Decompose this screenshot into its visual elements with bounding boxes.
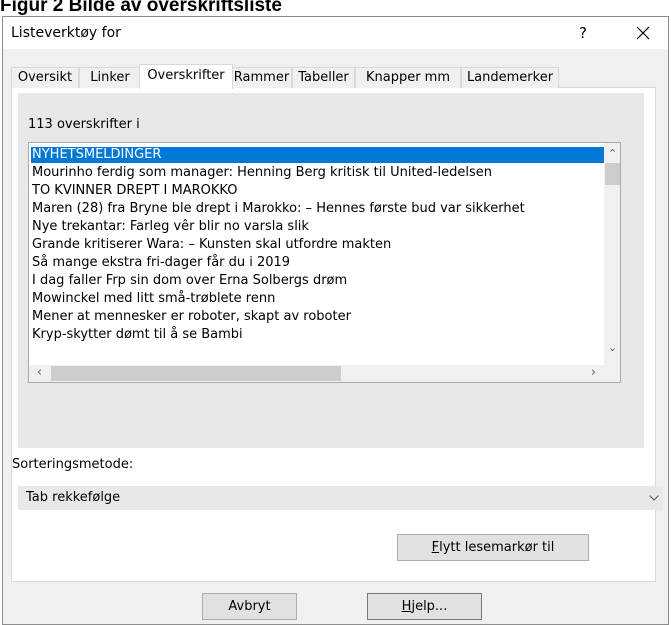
heading-list-item[interactable]: TO KVINNER DREPT I MAROKKO (31, 183, 240, 199)
tab-linker[interactable]: Linker (79, 67, 141, 88)
headings-listbox[interactable]: NYHETSMELDINGER Mourinho ferdig som manag… (28, 142, 621, 383)
scroll-up-arrow-icon[interactable]: ⌃ (604, 145, 620, 162)
help-button[interactable]: Hjelp... (367, 593, 482, 620)
help-question-button[interactable]: ? (571, 17, 595, 49)
dialog-title: Listeverktøy for (11, 25, 121, 41)
heading-list-item[interactable]: Maren (28) fra Bryne ble drept i Marokko… (31, 201, 528, 217)
help-button-mnemonic: H (401, 599, 412, 614)
heading-list-item[interactable]: Grande kritiserer Wara: – Kunsten skal u… (31, 237, 394, 253)
tab-knapper-mm[interactable]: Knapper mm (355, 67, 461, 88)
heading-list-item[interactable]: Mener at mennesker er roboter, skapt av … (31, 309, 354, 325)
scroll-down-arrow-icon[interactable]: ⌄ (604, 339, 620, 356)
title-bar: Listeverktøy for ? (3, 17, 668, 49)
scroll-left-arrow-icon[interactable]: ‹ (31, 365, 48, 382)
tab-panel: 113 overskrifter i NYHETSMELDINGER Mourin… (11, 87, 663, 582)
move-reading-cursor-button[interactable]: Flytt lesemarkør til (397, 534, 589, 561)
heading-count: 113 overskrifter i (28, 117, 140, 132)
heading-list-item[interactable]: Nye trekantar: Farleg vêr blir no varsla… (31, 219, 312, 235)
heading-list-item[interactable]: Så mange ekstra fri-dager får du i 2019 (31, 255, 293, 271)
vertical-scrollbar[interactable]: ⌃ ⌄ (604, 143, 620, 367)
scroll-right-arrow-icon[interactable]: › (585, 365, 602, 382)
heading-list-item[interactable]: NYHETSMELDINGER (31, 147, 620, 163)
sort-method-value: Tab rekkefølge (26, 490, 121, 505)
list-tools-dialog: Listeverktøy for ? 113 overskrifter i NY… (2, 16, 669, 625)
tab-oversikt[interactable]: Oversikt (11, 67, 79, 88)
headings-group: 113 overskrifter i NYHETSMELDINGER Mourin… (18, 93, 644, 448)
move-button-label: lytt lesemarkør til (439, 540, 555, 555)
tab-rammer[interactable]: Rammer (231, 67, 292, 88)
heading-list-item[interactable]: Mourinho ferdig som manager: Henning Ber… (31, 165, 495, 181)
vertical-scroll-thumb[interactable] (605, 163, 620, 185)
close-icon (636, 26, 650, 40)
figure-caption: Figur 2 Bilde av overskriftsliste (0, 0, 282, 16)
heading-list-item[interactable]: I dag faller Frp sin dom over Erna Solbe… (31, 273, 350, 289)
help-button-label: jelp... (411, 599, 448, 614)
chevron-down-icon (645, 486, 663, 510)
sort-method-label: Sorteringsmetode: (12, 457, 134, 472)
heading-list-item[interactable]: Mowinckel med litt små-trøblete renn (31, 291, 278, 307)
tab-overskrifter[interactable]: Overskrifter (139, 64, 233, 89)
move-button-mnemonic: F (431, 540, 440, 555)
heading-list-item[interactable]: Kryp-skytter dømt til å se Bambi (31, 327, 246, 343)
tab-strip: Oversikt Linker Overskrifter Rammer Tabeller… (11, 64, 631, 89)
tab-tabeller[interactable]: Tabeller (292, 67, 355, 88)
horizontal-scrollbar[interactable]: ‹ › (29, 365, 620, 382)
horizontal-scroll-thumb[interactable] (51, 366, 341, 381)
close-button[interactable] (625, 17, 661, 49)
tab-landemerker[interactable]: Landemerker (461, 67, 559, 88)
sort-method-select[interactable]: Tab rekkefølge (18, 486, 663, 510)
cancel-button[interactable]: Avbryt (202, 593, 297, 620)
